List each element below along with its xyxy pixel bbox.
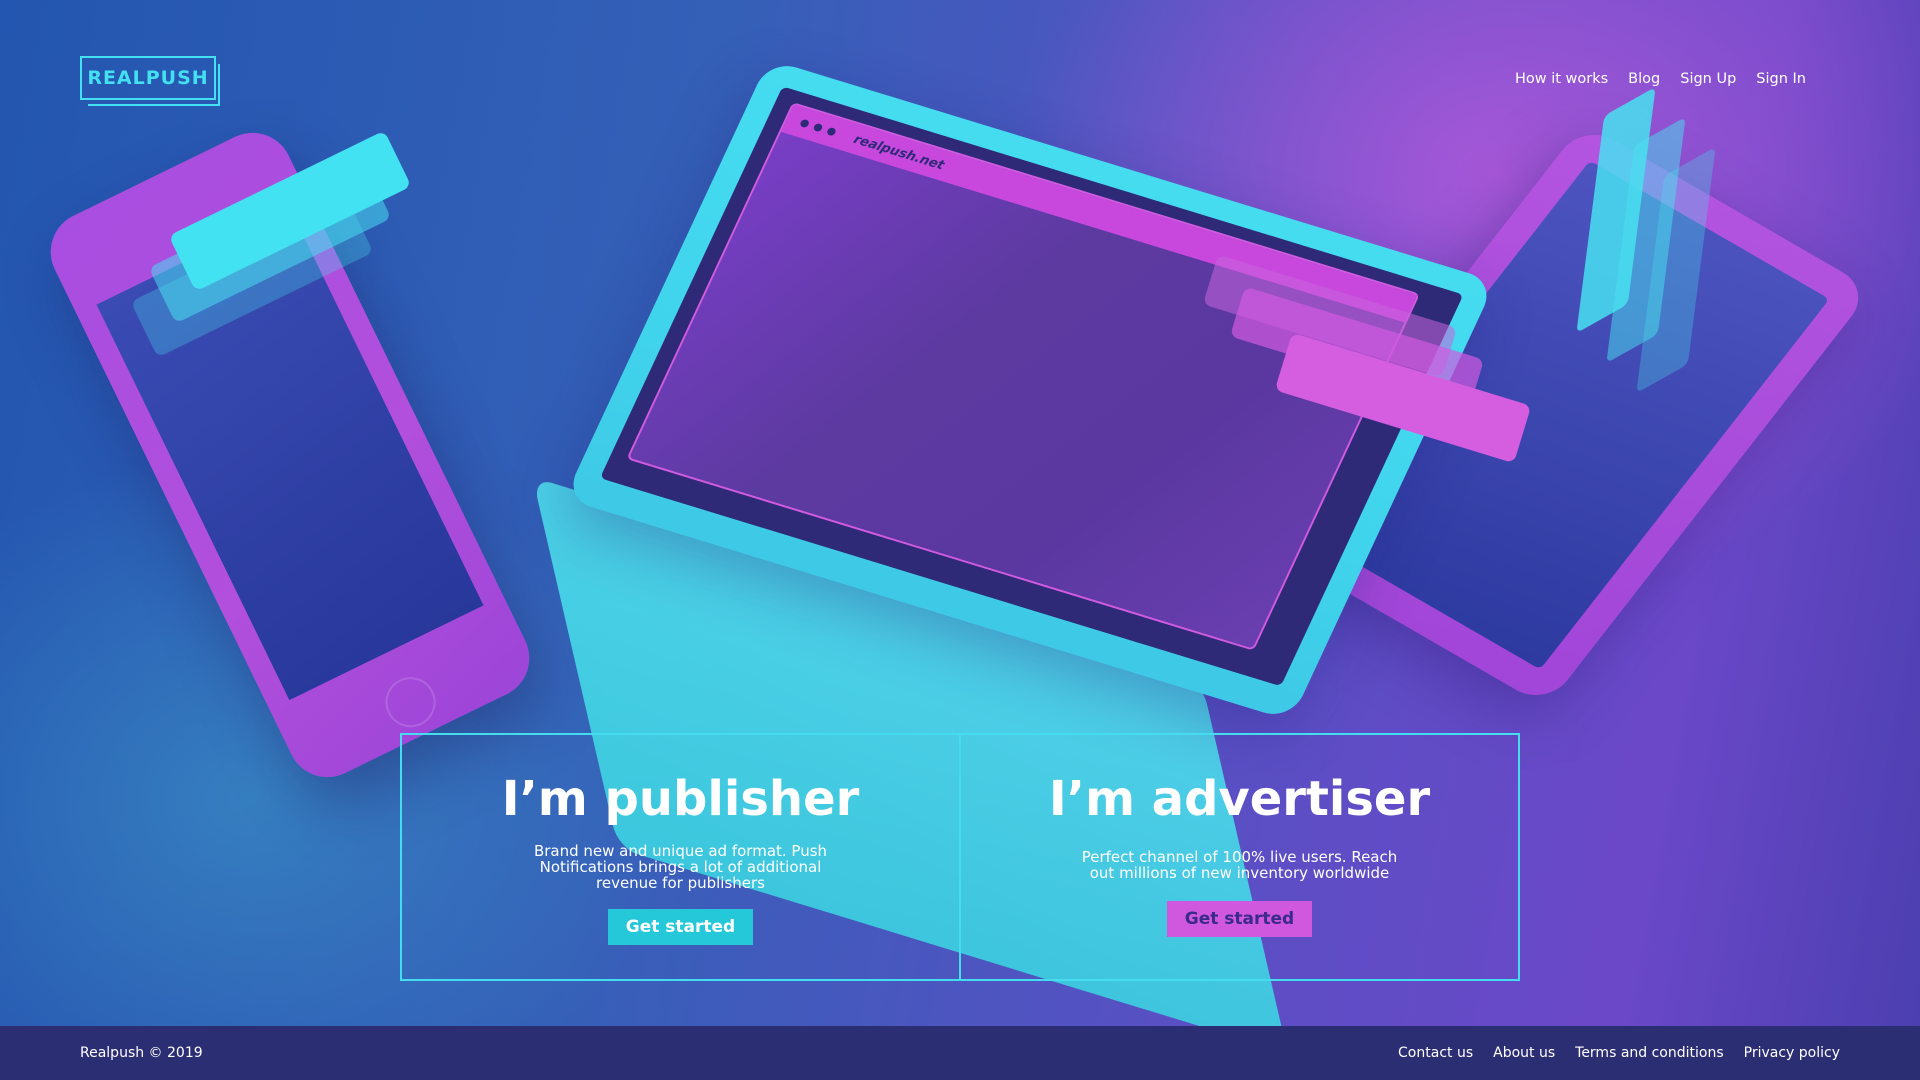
publisher-get-started-button[interactable]: Get started	[607, 909, 754, 945]
advertiser-get-started-button[interactable]: Get started	[1166, 901, 1313, 937]
copyright: Realpush © 2019	[80, 1045, 203, 1061]
phone-home-button	[377, 668, 444, 736]
publisher-title: I’m publisher	[501, 771, 860, 827]
footer-link-privacy[interactable]: Privacy policy	[1744, 1045, 1840, 1061]
publisher-description: Brand new and unique ad format. Push Not…	[533, 842, 828, 892]
nav-sign-up[interactable]: Sign Up	[1680, 71, 1736, 87]
footer-links: Contact us About us Terms and conditions…	[1398, 1045, 1840, 1061]
logo[interactable]: REALPUSH	[80, 56, 216, 100]
nav-how-it-works[interactable]: How it works	[1515, 71, 1608, 87]
advertiser-card: I’m advertiser Perfect channel of 100% l…	[959, 735, 1518, 979]
publisher-card: I’m publisher Brand new and unique ad fo…	[402, 735, 959, 979]
landing-page: realpush.net REALPUSH How it works Blog …	[0, 0, 1920, 1080]
footer: Realpush © 2019 Contact us About us Term…	[0, 1026, 1920, 1080]
footer-link-about[interactable]: About us	[1493, 1045, 1555, 1061]
audience-choice-panel: I’m publisher Brand new and unique ad fo…	[400, 733, 1520, 981]
main-nav: How it works Blog Sign Up Sign In	[1515, 71, 1806, 87]
footer-link-contact[interactable]: Contact us	[1398, 1045, 1473, 1061]
nav-blog[interactable]: Blog	[1628, 71, 1660, 87]
footer-link-terms[interactable]: Terms and conditions	[1575, 1045, 1724, 1061]
advertiser-description: Perfect channel of 100% live users. Reac…	[1081, 848, 1398, 882]
browser-url: realpush.net	[851, 131, 947, 173]
window-dot-icon	[799, 118, 811, 129]
nav-sign-in[interactable]: Sign In	[1756, 71, 1806, 87]
window-dot-icon	[812, 122, 824, 133]
window-dot-icon	[825, 126, 837, 137]
advertiser-title: I’m advertiser	[1048, 771, 1431, 827]
